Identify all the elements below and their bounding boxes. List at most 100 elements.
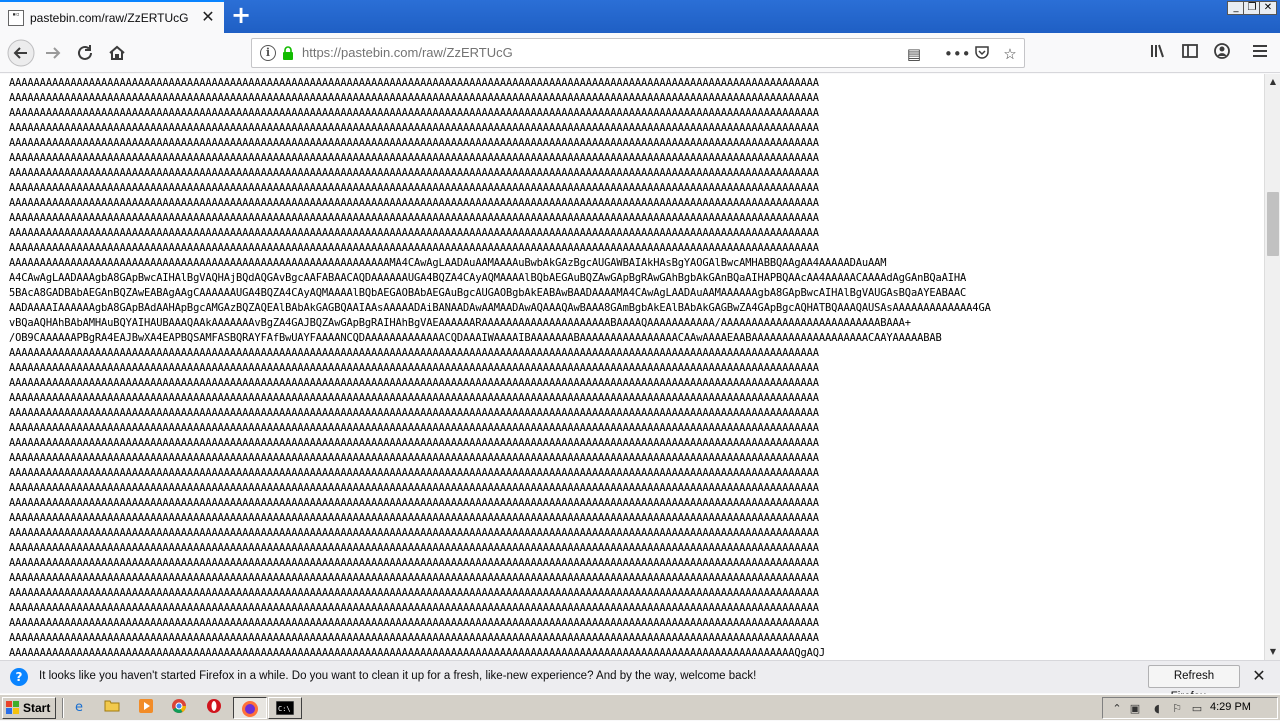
site-info-icon[interactable]: i (260, 45, 276, 61)
refresh-firefox-button[interactable]: Refresh Firefox… (1148, 665, 1240, 703)
tab-title: pastebin.com/raw/ZzERTUcG (30, 10, 189, 25)
url-path: /raw/ZzERTUcG (418, 45, 513, 60)
pocket-icon[interactable] (972, 44, 992, 64)
back-arrow-icon (7, 39, 35, 67)
paste-text-line: AAAAAAAAAAAAAAAAAAAAAAAAAAAAAAAAAAAAAAAA… (9, 467, 819, 479)
ie-icon[interactable]: e (68, 698, 90, 718)
more-actions-icon[interactable]: ••• (944, 44, 971, 64)
explorer-folder-icon[interactable] (101, 698, 123, 718)
paste-text-line: AAAAAAAAAAAAAAAAAAAAAAAAAAAAAAAAAAAAAAAA… (9, 392, 819, 404)
paste-text-line: AAAAAAAAAAAAAAAAAAAAAAAAAAAAAAAAAAAAAAAA… (9, 242, 819, 254)
system-tray: ⌃ ▣ ◖ ⚐ ▭ 4:29 PM (1102, 697, 1278, 719)
secure-lock-icon[interactable] (282, 46, 294, 60)
paste-text-line: AAAAAAAAAAAAAAAAAAAAAAAAAAAAAAAAAAAAAAAA… (9, 542, 819, 554)
scroll-up-arrow-icon[interactable]: ▲ (1265, 74, 1280, 90)
tab-strip: ▪▫ pastebin.com/raw/ZzERTUcG ✕ + _ ❐ ✕ (0, 0, 1280, 33)
paste-text-line: AAAAAAAAAAAAAAAAAAAAAAAAAAAAAAAAAAAAAAAA… (9, 407, 819, 419)
paste-text-line: AAAAAAAAAAAAAAAAAAAAAAAAAAAAAAAAAAAAAAAA… (9, 347, 819, 359)
taskbar-cmd-button[interactable]: C:\ (268, 697, 302, 719)
paste-text-line: AAAAAAAAAAAAAAAAAAAAAAAAAAAAAAAAAAAAAAAA… (9, 137, 819, 149)
question-icon: ? (10, 668, 28, 686)
tray-expand-icon[interactable]: ⌃ (1109, 701, 1125, 717)
paste-text-line: AAAAAAAAAAAAAAAAAAAAAAAAAAAAAAAAAAAAAAAA… (9, 497, 819, 509)
paste-text-line: A4CAwAgLAADAAAgbA8GApBwcAIHAlBgVAQHAjBQd… (9, 272, 967, 284)
paste-text-line: AAAAAAAAAAAAAAAAAAAAAAAAAAAAAAAAAAAAAAAA… (9, 167, 819, 179)
paste-text-line: AAAAAAAAAAAAAAAAAAAAAAAAAAAAAAAAAAAAAAAA… (9, 527, 819, 539)
paste-text-line: AAAAAAAAAAAAAAAAAAAAAAAAAAAAAAAAAAAAAAAA… (9, 377, 819, 389)
paste-text-line: AAAAAAAAAAAAAAAAAAAAAAAAAAAAAAAAAAAAAAAA… (9, 92, 819, 104)
paste-text-line: AAAAAAAAAAAAAAAAAAAAAAAAAAAAAAAAAAAAAAAA… (9, 572, 819, 584)
paste-text-line: AAAAAAAAAAAAAAAAAAAAAAAAAAAAAAAAAAAAAAAA… (9, 122, 819, 134)
paste-text-line: vBQaAQHAhBAbAMHAuBQYAIHAUBAAAQAAkAAAAAAA… (9, 317, 911, 329)
paste-text-line: AAAAAAAAAAAAAAAAAAAAAAAAAAAAAAAAAAAAAAAA… (9, 212, 819, 224)
sidebar-icon[interactable] (1178, 41, 1202, 65)
paste-text-line: AAAAAAAAAAAAAAAAAAAAAAAAAAAAAAAAAAAAAAAA… (9, 257, 887, 269)
tab-active[interactable]: ▪▫ pastebin.com/raw/ZzERTUcG ✕ (0, 0, 224, 33)
paste-text-line: AAAAAAAAAAAAAAAAAAAAAAAAAAAAAAAAAAAAAAAA… (9, 182, 819, 194)
new-tab-button[interactable]: + (230, 3, 252, 27)
url-host: https://pastebin.com (302, 45, 419, 60)
paste-text-line: AAAAAAAAAAAAAAAAAAAAAAAAAAAAAAAAAAAAAAAA… (9, 512, 819, 524)
paste-text-line: AAAAAAAAAAAAAAAAAAAAAAAAAAAAAAAAAAAAAAAA… (9, 107, 819, 119)
taskbar-separator (62, 698, 64, 718)
paste-text-line: AAAAAAAAAAAAAAAAAAAAAAAAAAAAAAAAAAAAAAAA… (9, 587, 819, 599)
paste-text-line: AAAAAAAAAAAAAAAAAAAAAAAAAAAAAAAAAAAAAAAA… (9, 437, 819, 449)
tray-monitor-icon[interactable]: ▭ (1189, 701, 1205, 717)
paste-text-line: AAAAAAAAAAAAAAAAAAAAAAAAAAAAAAAAAAAAAAAA… (9, 227, 819, 239)
chrome-icon[interactable] (168, 698, 190, 718)
tray-network-icon[interactable]: ▣ (1127, 701, 1143, 717)
tab-close-button[interactable]: ✕ (200, 9, 216, 25)
paste-text-line: AAAAAAAAAAAAAAAAAAAAAAAAAAAAAAAAAAAAAAAA… (9, 647, 826, 659)
windows-taskbar: Start e C:\ ⌃ ▣ ◖ ⚐ ▭ 4:29 PM (0, 694, 1280, 720)
start-button[interactable]: Start (2, 697, 56, 719)
reader-view-icon[interactable]: ▤ (904, 44, 924, 64)
home-button[interactable] (103, 39, 131, 67)
vertical-scrollbar[interactable]: ▲ ▼ (1264, 74, 1280, 660)
refresh-firefox-notification: ? It looks like you haven't started Fire… (0, 660, 1280, 703)
paste-text-line: 5BAcA8GADBAbAEGAnBQZAwEABAgAAgCAAAAAAUGA… (9, 287, 967, 299)
paste-text-line: AAAAAAAAAAAAAAAAAAAAAAAAAAAAAAAAAAAAAAAA… (9, 362, 819, 374)
tray-volume-icon[interactable]: ◖ (1149, 701, 1165, 717)
paste-text-line: AAAAAAAAAAAAAAAAAAAAAAAAAAAAAAAAAAAAAAAA… (9, 482, 819, 494)
paste-text-line: AAAAAAAAAAAAAAAAAAAAAAAAAAAAAAAAAAAAAAAA… (9, 422, 819, 434)
tab-favicon-icon: ▪▫ (8, 9, 24, 26)
start-label: Start (23, 701, 51, 715)
paste-text-line: AAAAAAAAAAAAAAAAAAAAAAAAAAAAAAAAAAAAAAAA… (9, 557, 819, 569)
address-bar[interactable]: i https://pastebin.com/raw/ZzERTUcG ▤ ••… (251, 38, 1025, 68)
notification-message: It looks like you haven't started Firefo… (39, 670, 757, 682)
paste-text-line: AAAAAAAAAAAAAAAAAAAAAAAAAAAAAAAAAAAAAAAA… (9, 452, 819, 464)
firefox-icon (242, 701, 258, 717)
opera-icon[interactable] (203, 698, 225, 718)
taskbar-clock: 4:29 PM (1210, 701, 1251, 713)
account-icon[interactable] (1210, 41, 1234, 65)
hamburger-menu-icon[interactable] (1248, 41, 1272, 65)
paste-text-line: AAAAAAAAAAAAAAAAAAAAAAAAAAAAAAAAAAAAAAAA… (9, 152, 819, 164)
navigation-toolbar: i https://pastebin.com/raw/ZzERTUcG ▤ ••… (0, 33, 1280, 73)
paste-text-line: AAAAAAAAAAAAAAAAAAAAAAAAAAAAAAAAAAAAAAAA… (9, 632, 819, 644)
home-icon (109, 45, 125, 60)
forward-arrow-icon (46, 47, 61, 59)
paste-text-line: AAAAAAAAAAAAAAAAAAAAAAAAAAAAAAAAAAAAAAAA… (9, 617, 819, 629)
scroll-down-arrow-icon[interactable]: ▼ (1265, 644, 1280, 660)
forward-button[interactable] (39, 39, 67, 67)
paste-text-line: AAAAAAAAAAAAAAAAAAAAAAAAAAAAAAAAAAAAAAAA… (9, 602, 819, 614)
taskbar-firefox-button[interactable] (233, 697, 267, 719)
scrollbar-thumb[interactable] (1267, 192, 1279, 256)
cmd-icon: C:\ (276, 701, 294, 715)
tray-flag-icon[interactable]: ⚐ (1169, 701, 1185, 717)
bookmark-star-icon[interactable]: ☆ (1000, 44, 1020, 64)
paste-text-line: AADAAAAIAAAAAAgbA8GApBAdAAHApBgcAMGAzBQZ… (9, 302, 991, 314)
paste-text-line: AAAAAAAAAAAAAAAAAAAAAAAAAAAAAAAAAAAAAAAA… (9, 197, 819, 209)
media-player-icon[interactable] (135, 698, 157, 718)
url-text[interactable]: https://pastebin.com/raw/ZzERTUcG (302, 45, 513, 60)
notification-close-icon[interactable]: ✕ (1250, 667, 1268, 685)
reload-button[interactable] (71, 39, 99, 67)
windows-logo-icon (6, 701, 19, 714)
reload-icon (78, 45, 92, 60)
paste-text-line: /OB9CAAAAAAPBgRA4EAJBwXA4EAPBQSAMFASBQRA… (9, 332, 942, 344)
back-button[interactable] (7, 39, 35, 67)
paste-text-line: AAAAAAAAAAAAAAAAAAAAAAAAAAAAAAAAAAAAAAAA… (9, 77, 819, 89)
close-window-button[interactable]: ✕ (1259, 1, 1277, 15)
raw-paste-content[interactable]: AAAAAAAAAAAAAAAAAAAAAAAAAAAAAAAAAAAAAAAA… (0, 74, 1264, 660)
library-icon[interactable] (1146, 41, 1170, 65)
